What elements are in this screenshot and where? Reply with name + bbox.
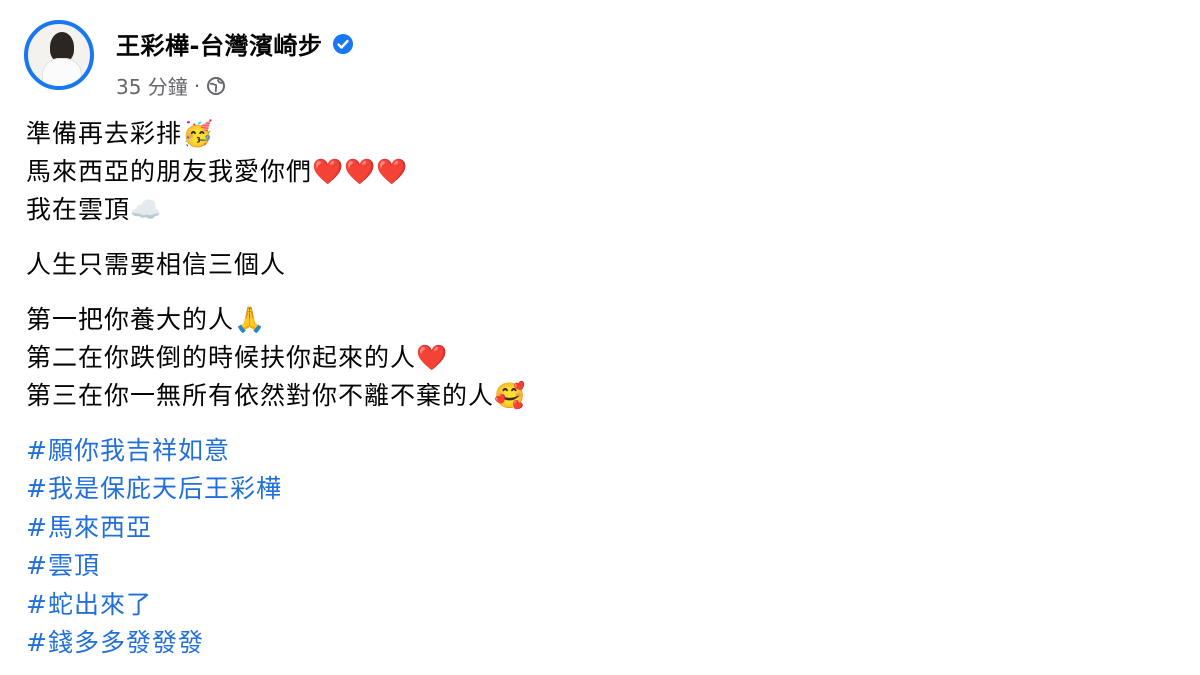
- globe-icon[interactable]: [206, 76, 226, 96]
- hashtag-link[interactable]: #雲頂: [26, 547, 1126, 585]
- author-name[interactable]: 王彩樺-台灣濱崎步: [116, 26, 322, 61]
- post-line: 馬來西亞的朋友我愛你們❤️❤️❤️: [26, 157, 409, 186]
- hashtag-link[interactable]: #我是保庇天后王彩樺: [26, 470, 1126, 508]
- post-body: 準備再去彩排🥳 馬來西亞的朋友我愛你們❤️❤️❤️ 我在雲頂☁️ 人生只需要相信…: [26, 115, 1126, 662]
- post-meta: 王彩樺-台灣濱崎步 35 分鐘 ·: [116, 20, 354, 100]
- verified-badge-icon: [332, 33, 354, 55]
- post-line: 第三在你一無所有依然對你不離不棄的人🥰: [26, 381, 527, 410]
- hashtag-link[interactable]: #馬來西亞: [26, 509, 1126, 547]
- post-line: 準備再去彩排🥳: [26, 119, 215, 148]
- post-time[interactable]: 35 分鐘: [116, 71, 188, 100]
- post-line: 我在雲頂☁️: [26, 195, 163, 224]
- avatar-body: [42, 58, 82, 86]
- post-line: 第一把你養大的人🙏: [26, 305, 267, 334]
- author-row: 王彩樺-台灣濱崎步: [116, 26, 354, 61]
- post-line: 第二在你跌倒的時候扶你起來的人❤️: [26, 343, 449, 372]
- hashtag-link[interactable]: #願你我吉祥如意: [26, 432, 1126, 470]
- facebook-post: 王彩樺-台灣濱崎步 35 分鐘 · 準備再去彩排🥳 馬來西亞的朋友我愛你們❤️❤…: [0, 0, 1200, 675]
- hashtag-link[interactable]: #蛇出來了: [26, 586, 1126, 624]
- author-avatar[interactable]: [24, 20, 94, 90]
- timestamp-row: 35 分鐘 ·: [116, 71, 354, 100]
- hashtag-link[interactable]: #錢多多發發發: [26, 624, 1126, 662]
- post-line: 人生只需要相信三個人: [26, 250, 287, 279]
- post-header: 王彩樺-台灣濱崎步 35 分鐘 ·: [24, 20, 354, 100]
- separator-dot: ·: [193, 73, 201, 98]
